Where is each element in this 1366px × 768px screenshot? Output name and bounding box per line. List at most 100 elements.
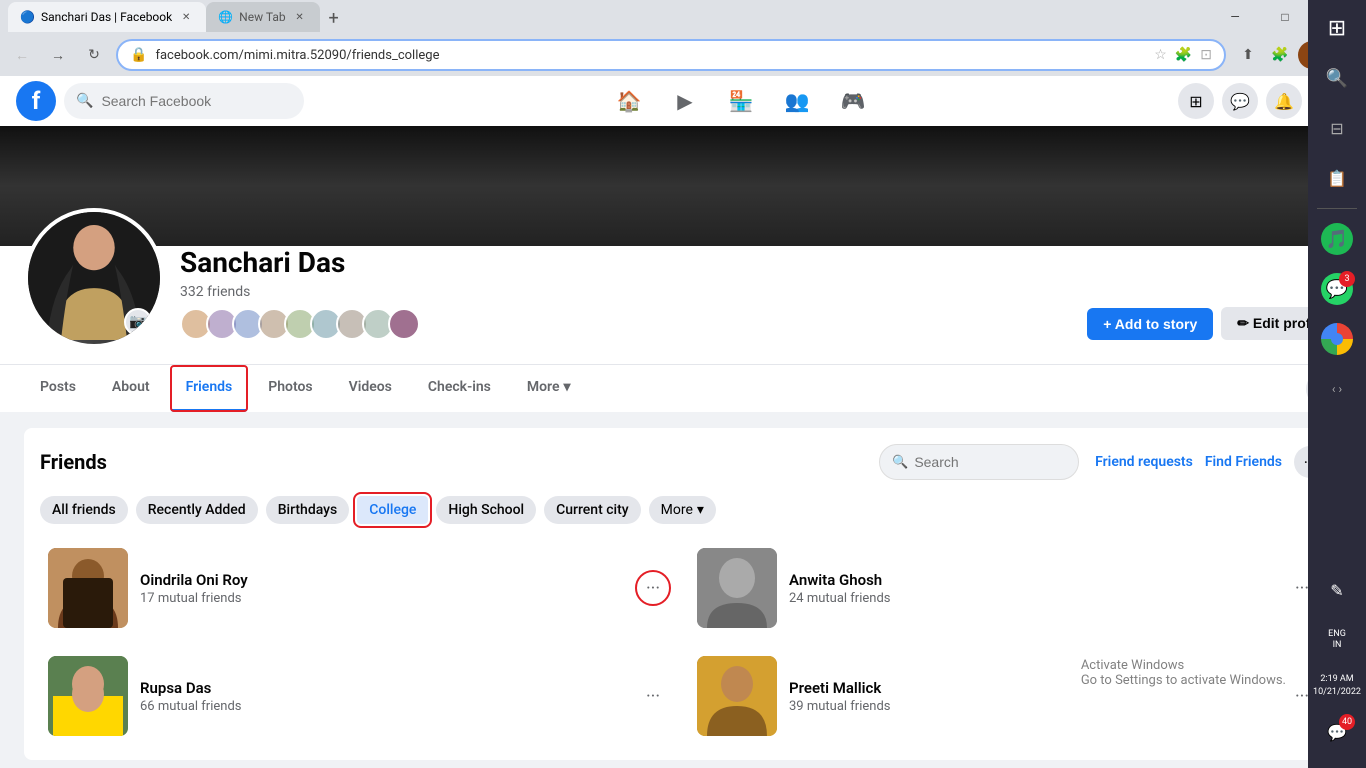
extensions-icon[interactable]: 🧩 <box>1266 41 1294 69</box>
camera-badge[interactable]: 📷 <box>124 308 152 336</box>
filter-high-school[interactable]: High School <box>436 496 536 524</box>
groups-nav-icon[interactable]: 👥 <box>773 77 821 125</box>
spotify-icon[interactable]: 🎵 <box>1313 215 1361 263</box>
maximize-button[interactable]: □ <box>1262 0 1308 34</box>
friends-avatars-row <box>180 308 1071 340</box>
profile-avatar: 📷 <box>24 208 164 348</box>
refresh-button[interactable]: ↻ <box>80 41 108 69</box>
fb-search-bar[interactable]: 🔍 <box>64 83 304 119</box>
apps-icon[interactable]: ⊞ <box>1178 83 1214 119</box>
friend-info-2: Anwita Ghosh 24 mutual friends <box>789 571 1274 606</box>
marketplace-nav-icon[interactable]: 🏪 <box>717 77 765 125</box>
profile-info: Sanchari Das 332 friends <box>180 246 1071 348</box>
friend-name-1: Oindrila Oni Roy <box>140 571 625 589</box>
friend-photo-1 <box>48 548 128 628</box>
star-icon[interactable]: ☆ <box>1154 47 1167 63</box>
taskbar-bottom: ✎ ENG IN 2:19 AM 10/21/2022 💬 40 <box>1308 566 1366 764</box>
friend-info-1: Oindrila Oni Roy 17 mutual friends <box>140 571 625 606</box>
url-text: facebook.com/mimi.mitra.52090/friends_co… <box>155 48 1146 63</box>
filter-birthdays[interactable]: Birthdays <box>266 496 350 524</box>
cover-area: 📷 Sanchari Das 332 friends <box>0 126 1366 412</box>
filter-all-friends[interactable]: All friends <box>40 496 128 524</box>
tab-favicon-1: 🔵 <box>20 10 35 24</box>
friends-actions: Friend requests Find Friends ··· <box>1095 446 1326 478</box>
tab-facebook[interactable]: 🔵 Sanchari Das | Facebook ✕ <box>8 2 206 32</box>
tab-photos[interactable]: Photos <box>252 365 328 412</box>
back-button[interactable]: ← <box>8 41 36 69</box>
friends-section-title: Friends <box>40 450 107 474</box>
add-story-button[interactable]: + Add to story <box>1087 308 1213 340</box>
split-tab-icon[interactable]: ⊡ <box>1200 47 1212 63</box>
tab-friends[interactable]: Friends <box>170 365 249 412</box>
video-nav-icon[interactable]: ▶ <box>661 77 709 125</box>
widgets-icon[interactable]: 📋 <box>1313 154 1361 202</box>
friends-search-box[interactable]: 🔍 <box>879 444 1079 480</box>
friend-more-button-1[interactable]: ··· <box>637 572 669 604</box>
profile-tabs: Posts About Friends Photos Videos Check-… <box>0 364 1366 412</box>
friend-mutual-2: 24 mutual friends <box>789 591 1274 606</box>
friend-name-2: Anwita Ghosh <box>789 571 1274 589</box>
extension-icon[interactable]: 🧩 <box>1175 47 1192 63</box>
tab-posts[interactable]: Posts <box>24 365 92 412</box>
search-input[interactable] <box>101 93 292 109</box>
friends-filter-tabs: All friends Recently Added Birthdays Col… <box>40 496 1326 524</box>
address-bar[interactable]: 🔒 facebook.com/mimi.mitra.52090/friends_… <box>116 39 1226 71</box>
whatsapp-badge: 3 <box>1339 271 1355 287</box>
friend-mutual-4: 39 mutual friends <box>789 699 1274 714</box>
minimize-button[interactable]: — <box>1212 0 1258 34</box>
friends-search-input[interactable] <box>914 454 1066 470</box>
messenger-icon[interactable]: 💬 <box>1222 83 1258 119</box>
task-view-icon[interactable]: ⊟ <box>1313 104 1361 152</box>
friend-card-3: Rupsa Das 66 mutual friends ··· <box>40 648 677 744</box>
windows-start-icon[interactable]: ⊞ <box>1313 4 1361 52</box>
tab-videos[interactable]: Videos <box>333 365 408 412</box>
chevron-icons[interactable]: ‹ › <box>1313 365 1361 413</box>
tab-more[interactable]: More ▾ <box>511 365 587 412</box>
date-text: 10/21/2022 <box>1313 686 1361 699</box>
notification-widget[interactable]: 💬 40 <box>1313 708 1361 756</box>
gaming-nav-icon[interactable]: 🎮 <box>829 77 877 125</box>
tab-about[interactable]: About <box>96 365 166 412</box>
filter-current-city[interactable]: Current city <box>544 496 641 524</box>
search-box-icon: 🔍 <box>892 455 908 470</box>
language-text: ENG <box>1328 629 1346 640</box>
friend-photo-4 <box>697 656 777 736</box>
tab-close-2[interactable]: ✕ <box>292 9 308 25</box>
filter-college[interactable]: College <box>357 496 428 524</box>
chrome-icon[interactable] <box>1313 315 1361 363</box>
lock-icon: 🔒 <box>130 47 147 63</box>
friend-card-2: Anwita Ghosh 24 mutual friends ··· <box>689 540 1326 636</box>
whatsapp-icon[interactable]: 💬 3 <box>1313 265 1361 313</box>
friend-info-4: Preeti Mallick 39 mutual friends <box>789 679 1274 714</box>
filter-recently-added[interactable]: Recently Added <box>136 496 258 524</box>
language-indicator[interactable]: ENG IN <box>1313 616 1361 664</box>
chevron-down-icon: ▾ <box>563 379 570 395</box>
facebook-logo[interactable]: f <box>16 81 56 121</box>
tab-bar: 🔵 Sanchari Das | Facebook ✕ 🌐 New Tab ✕ … <box>8 2 1212 32</box>
home-nav-icon[interactable]: 🏠 <box>605 77 653 125</box>
address-bar-row: ← → ↻ 🔒 facebook.com/mimi.mitra.52090/fr… <box>0 34 1366 76</box>
tab-favicon-2: 🌐 <box>218 10 233 24</box>
friend-requests-link[interactable]: Friend requests <box>1095 454 1193 470</box>
friend-info-3: Rupsa Das 66 mutual friends <box>140 679 625 714</box>
find-friends-link[interactable]: Find Friends <box>1205 454 1282 470</box>
share-icon[interactable]: ⬆ <box>1234 41 1262 69</box>
filter-chevron-icon: ▾ <box>697 502 704 518</box>
friends-count: 332 friends <box>180 284 1071 300</box>
taskbar-search-icon[interactable]: 🔍 <box>1313 54 1361 102</box>
edit-icon[interactable]: ✎ <box>1313 566 1361 614</box>
filter-more-button[interactable]: More ▾ <box>649 496 716 524</box>
new-tab-button[interactable]: + <box>320 4 348 32</box>
tab-close-1[interactable]: ✕ <box>178 9 194 25</box>
friend-more-button-3[interactable]: ··· <box>637 680 669 712</box>
tab-newtab[interactable]: 🌐 New Tab ✕ <box>206 2 319 32</box>
facebook-page: f 🔍 🏠 ▶ 🏪 👥 🎮 ⊞ 💬 🔔 <box>0 76 1366 768</box>
forward-button[interactable]: → <box>44 41 72 69</box>
country-text: IN <box>1333 640 1342 651</box>
right-panel: ⊞ 🔍 ⊟ 📋 🎵 💬 3 ‹ › ✎ <box>1308 0 1366 768</box>
notifications-icon[interactable]: 🔔 <box>1266 83 1302 119</box>
friend-card-4: Preeti Mallick 39 mutual friends ··· <box>689 648 1326 744</box>
search-icon: 🔍 <box>76 93 93 109</box>
tab-checkins[interactable]: Check-ins <box>412 365 507 412</box>
clock-widget[interactable]: 2:19 AM 10/21/2022 <box>1308 666 1366 706</box>
